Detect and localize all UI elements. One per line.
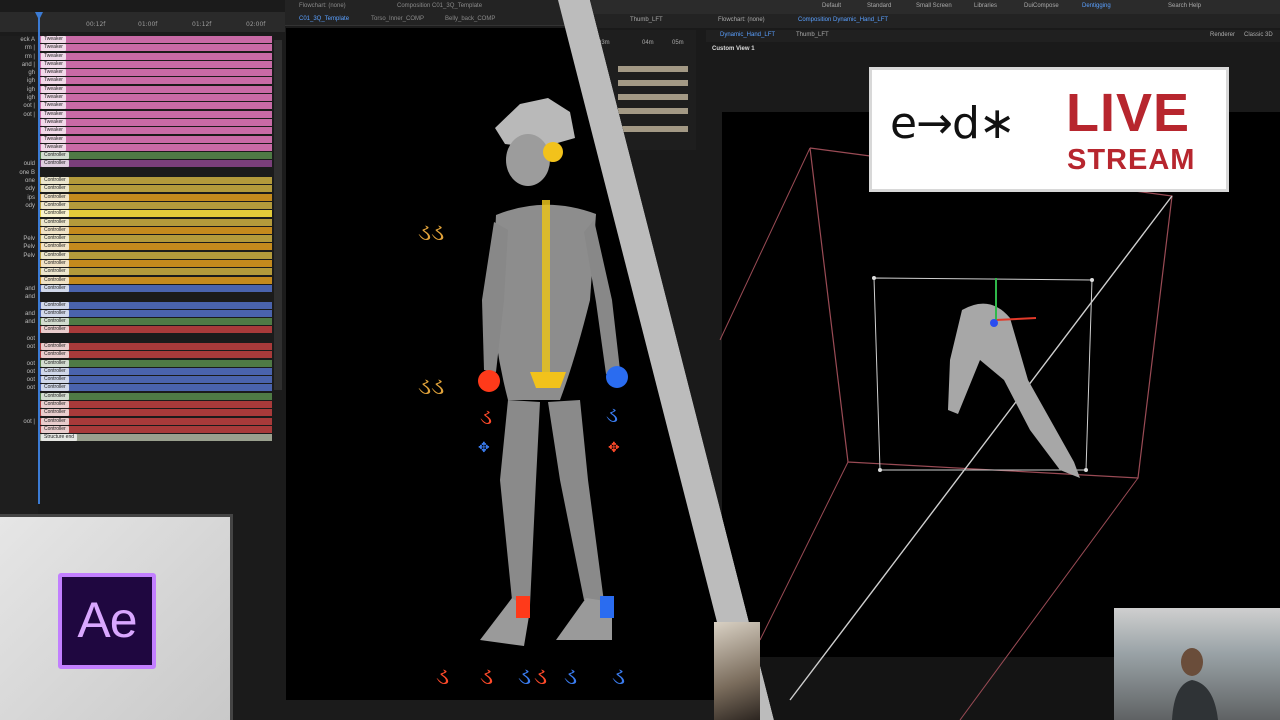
after-effects-icon: Ae <box>58 573 156 669</box>
ik-handle-icon[interactable]: ડ <box>564 662 577 690</box>
pelvis-controller[interactable] <box>530 372 566 388</box>
bounds-handle[interactable] <box>1084 468 1088 472</box>
logo-live-text: LIVE <box>1066 83 1191 143</box>
logo-stream-text: STREAM <box>1067 144 1196 176</box>
ae-logo-text: Ae <box>77 592 137 648</box>
ik-handle-icon[interactable]: ડ <box>518 662 531 690</box>
camera-frustum-edge <box>959 477 1139 720</box>
right-leg-shape <box>500 400 540 605</box>
camera-frustum-edge <box>759 461 849 641</box>
ik-handle-icon[interactable]: ડ <box>612 662 625 690</box>
right-foot-controller[interactable] <box>516 596 530 618</box>
ik-handle-icon[interactable]: ડ <box>480 405 492 430</box>
bounds-handle[interactable] <box>1090 278 1094 282</box>
bounds-handle[interactable] <box>878 468 882 472</box>
edstream-logo: e→d∗ LIVE STREAM <box>869 67 1229 192</box>
camera-frustum-edge <box>719 147 811 341</box>
skeleton-figure: ડડ ડડ ડ ડ ✥ ✥ ડ ડ ડ ડ ડ ડ <box>418 98 628 690</box>
ik-handle-icon[interactable]: ડડ <box>418 372 444 400</box>
left-hand-controller[interactable] <box>606 366 628 388</box>
presenter-silhouette <box>1172 648 1218 720</box>
left-leg-shape <box>548 400 604 602</box>
move-handle-icon[interactable]: ✥ <box>608 440 620 456</box>
right-hand-controller[interactable] <box>478 370 500 392</box>
z-axis-gizmo[interactable] <box>990 319 998 327</box>
webcam-left-feed <box>714 622 760 720</box>
head-controller[interactable] <box>543 142 563 162</box>
skull-shape <box>506 134 550 186</box>
webcam-right-feed <box>1114 608 1280 720</box>
ik-handle-icon[interactable]: ડ <box>436 662 449 690</box>
ik-handle-icon[interactable]: ડ <box>606 403 618 428</box>
hand-model[interactable] <box>948 303 1080 478</box>
left-foot-controller[interactable] <box>600 596 614 618</box>
hand-3d-scene <box>719 147 1173 720</box>
ik-handle-icon[interactable]: ડ <box>534 662 547 690</box>
ik-handle-icon[interactable]: ડડ <box>418 218 444 246</box>
spine-controller[interactable] <box>542 200 550 380</box>
ae-badge-panel: Ae <box>0 514 233 720</box>
logo-ed-mark: e→d∗ <box>890 98 1016 149</box>
ik-handle-icon[interactable]: ડ <box>480 662 493 690</box>
bounds-handle[interactable] <box>872 276 876 280</box>
move-handle-icon[interactable]: ✥ <box>478 440 490 456</box>
